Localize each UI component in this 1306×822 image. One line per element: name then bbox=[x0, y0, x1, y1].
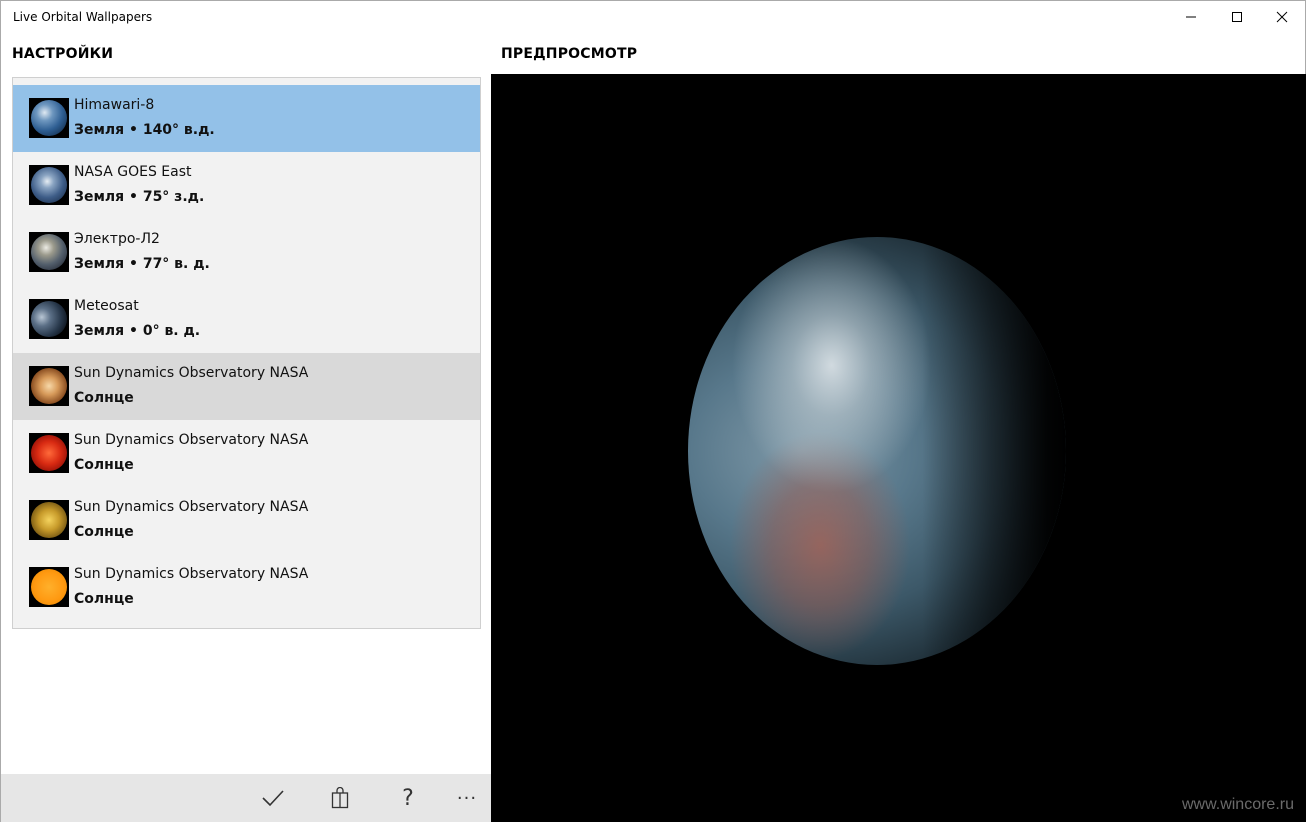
list-item-sdo-4[interactable]: Sun Dynamics Observatory NASA Солнце bbox=[13, 554, 480, 621]
earth-night-shadow bbox=[688, 237, 1066, 665]
item-name: Sun Dynamics Observatory NASA bbox=[74, 499, 309, 515]
earth-thumbnail-icon bbox=[29, 98, 69, 138]
sun-thumbnail-icon bbox=[29, 567, 69, 607]
earth-thumbnail-icon bbox=[29, 165, 69, 205]
item-name: Sun Dynamics Observatory NASA bbox=[74, 432, 309, 448]
checkmark-icon bbox=[262, 790, 284, 807]
list-item-elektro-l2[interactable]: Электро-Л2 Земля • 77° в. д. bbox=[13, 219, 480, 286]
minimize-icon bbox=[1186, 16, 1196, 18]
watermark-text: www.wincore.ru bbox=[1181, 796, 1294, 813]
item-location: Земля • 75° з.д. bbox=[74, 189, 205, 205]
list-item-sdo-2[interactable]: Sun Dynamics Observatory NASA Солнце bbox=[13, 420, 480, 487]
list-item-goes-east[interactable]: NASA GOES East Земля • 75° з.д. bbox=[13, 152, 480, 219]
earth-thumbnail-icon bbox=[29, 299, 69, 339]
item-name: NASA GOES East bbox=[74, 164, 192, 180]
item-name: Sun Dynamics Observatory NASA bbox=[74, 365, 309, 381]
item-location: Солнце bbox=[74, 524, 134, 540]
command-bar: ? ··· bbox=[1, 774, 491, 822]
help-icon: ? bbox=[402, 785, 414, 811]
shopping-bag-icon bbox=[331, 787, 349, 809]
item-location: Земля • 0° в. д. bbox=[74, 323, 201, 339]
store-button[interactable] bbox=[317, 774, 363, 822]
accept-button[interactable] bbox=[250, 774, 296, 822]
preview-pane: www.wincore.ru bbox=[491, 74, 1306, 822]
sun-thumbnail-icon bbox=[29, 500, 69, 540]
item-name: Sun Dynamics Observatory NASA bbox=[74, 566, 309, 582]
preview-heading: ПРЕДПРОСМОТР bbox=[501, 46, 638, 62]
close-button[interactable] bbox=[1259, 1, 1305, 33]
earth-thumbnail-icon bbox=[29, 232, 69, 272]
app-window: Live Orbital Wallpapers НАСТРОЙКИ ПРЕДПР… bbox=[0, 0, 1306, 822]
help-button[interactable]: ? bbox=[385, 774, 431, 822]
window-title: Live Orbital Wallpapers bbox=[13, 10, 153, 24]
item-name: Meteosat bbox=[74, 298, 139, 314]
maximize-button[interactable] bbox=[1214, 1, 1260, 33]
list-item-sdo-3[interactable]: Sun Dynamics Observatory NASA Солнце bbox=[13, 487, 480, 554]
maximize-icon bbox=[1232, 12, 1242, 22]
title-bar[interactable]: Live Orbital Wallpapers bbox=[1, 1, 1305, 33]
sun-thumbnail-icon bbox=[29, 366, 69, 406]
item-location: Солнце bbox=[74, 591, 134, 607]
minimize-button[interactable] bbox=[1168, 1, 1214, 33]
more-icon: ··· bbox=[456, 787, 478, 809]
list-item-himawari[interactable]: Himawari-8 Земля • 140° в.д. bbox=[13, 85, 480, 152]
item-location: Земля • 140° в.д. bbox=[74, 122, 215, 138]
item-location: Земля • 77° в. д. bbox=[74, 256, 210, 272]
close-icon bbox=[1276, 11, 1288, 23]
settings-heading: НАСТРОЙКИ bbox=[12, 46, 114, 62]
list-item-meteosat[interactable]: Meteosat Земля • 0° в. д. bbox=[13, 286, 480, 353]
sun-thumbnail-icon bbox=[29, 433, 69, 473]
item-location: Солнце bbox=[74, 457, 134, 473]
source-list[interactable]: Himawari-8 Земля • 140° в.д. NASA GOES E… bbox=[12, 77, 481, 629]
more-options-button[interactable]: ··· bbox=[444, 774, 490, 822]
item-name: Электро-Л2 bbox=[74, 231, 160, 247]
list-item-sdo-1[interactable]: Sun Dynamics Observatory NASA Солнце bbox=[13, 353, 480, 420]
item-name: Himawari-8 bbox=[74, 97, 155, 113]
item-location: Солнце bbox=[74, 390, 134, 406]
